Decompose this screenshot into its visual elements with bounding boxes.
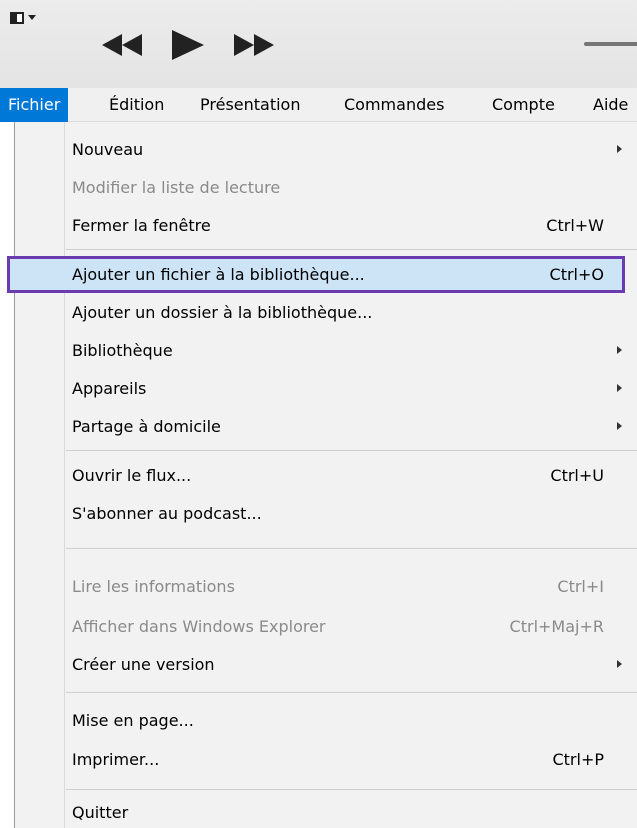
menu-item-shortcut: Ctrl+I (557, 577, 604, 596)
menu-item-label: S'abonner au podcast... (72, 504, 262, 523)
menu-item-shortcut: Ctrl+U (550, 466, 604, 485)
menu-separator (66, 450, 637, 451)
menu-separator (66, 249, 637, 250)
menu-item-label: Lire les informations (72, 577, 235, 596)
menu-item-label: Appareils (72, 379, 147, 398)
menu-item-shortcut: Ctrl+W (546, 216, 604, 235)
menu-fichier[interactable]: Fichier (0, 88, 69, 122)
menu-item-label: Imprimer... (72, 750, 160, 769)
menu-separator (66, 692, 637, 693)
menu-presentation[interactable]: Présentation (192, 88, 308, 122)
menu-item-label: Ouvrir le flux... (72, 466, 192, 485)
menu-item-label: Ajouter un fichier à la bibliothèque... (72, 265, 365, 284)
menu-item-partage-domicile[interactable]: Partage à domicile (15, 408, 637, 445)
menu-item-label: Afficher dans Windows Explorer (72, 617, 326, 636)
play-icon[interactable] (166, 27, 208, 63)
menu-item-afficher-explorer: Afficher dans Windows Explorer Ctrl+Maj+… (15, 608, 637, 645)
menu-separator (66, 789, 637, 790)
menu-item-fermer-fenetre[interactable]: Fermer la fenêtre Ctrl+W (15, 207, 637, 244)
menu-item-label: Modifier la liste de lecture (72, 178, 281, 197)
menu-edition[interactable]: Édition (101, 88, 172, 122)
menu-item-label: Quitter (72, 803, 129, 822)
menu-item-ouvrir-flux[interactable]: Ouvrir le flux... Ctrl+U (15, 457, 637, 494)
menu-item-ajouter-fichier[interactable]: Ajouter un fichier à la bibliothèque... … (7, 256, 637, 293)
menu-item-shortcut: Ctrl+O (549, 265, 604, 284)
menu-item-lire-informations: Lire les informations Ctrl+I (15, 568, 637, 605)
menu-item-quitter[interactable]: Quitter (15, 794, 637, 828)
menu-item-label: Créer une version (72, 655, 215, 674)
sidebar-toggle-icon[interactable] (10, 10, 40, 32)
menu-compte[interactable]: Compte (484, 88, 563, 122)
menu-item-label: Nouveau (72, 140, 144, 159)
volume-slider[interactable] (584, 42, 637, 46)
menu-item-imprimer[interactable]: Imprimer... Ctrl+P (15, 741, 637, 778)
submenu-arrow-icon (617, 346, 622, 354)
submenu-arrow-icon (617, 422, 622, 430)
fast-forward-icon[interactable] (230, 27, 278, 63)
menu-item-bibliotheque[interactable]: Bibliothèque (15, 332, 637, 369)
menu-item-label: Mise en page... (72, 711, 194, 730)
fichier-dropdown-menu: Nouveau Modifier la liste de lecture Fer… (7, 122, 637, 828)
menu-item-nouveau[interactable]: Nouveau (15, 131, 637, 168)
menu-item-mise-en-page[interactable]: Mise en page... (15, 702, 637, 739)
menu-item-label: Partage à domicile (72, 417, 221, 436)
submenu-arrow-icon (617, 660, 622, 668)
menu-aide[interactable]: Aide (585, 88, 636, 122)
submenu-arrow-icon (617, 384, 622, 392)
menu-bar: Fichier Édition Présentation Commandes C… (0, 88, 637, 122)
menu-item-label: Ajouter un dossier à la bibliothèque... (72, 303, 373, 322)
menu-item-ajouter-dossier[interactable]: Ajouter un dossier à la bibliothèque... (15, 294, 637, 331)
rewind-icon[interactable] (98, 27, 146, 63)
submenu-arrow-icon (617, 145, 622, 153)
menu-item-shortcut: Ctrl+Maj+R (509, 617, 604, 636)
menu-item-label: Fermer la fenêtre (72, 216, 211, 235)
menu-separator (66, 548, 637, 549)
menu-item-abonner-podcast[interactable]: S'abonner au podcast... (15, 495, 637, 532)
menu-item-creer-version[interactable]: Créer une version (15, 646, 637, 683)
menu-item-label: Bibliothèque (72, 341, 173, 360)
menu-item-appareils[interactable]: Appareils (15, 370, 637, 407)
menu-item-shortcut: Ctrl+P (552, 750, 604, 769)
player-toolbar (0, 0, 637, 88)
menu-commandes[interactable]: Commandes (336, 88, 452, 122)
menu-item-modifier-liste: Modifier la liste de lecture (15, 169, 637, 206)
